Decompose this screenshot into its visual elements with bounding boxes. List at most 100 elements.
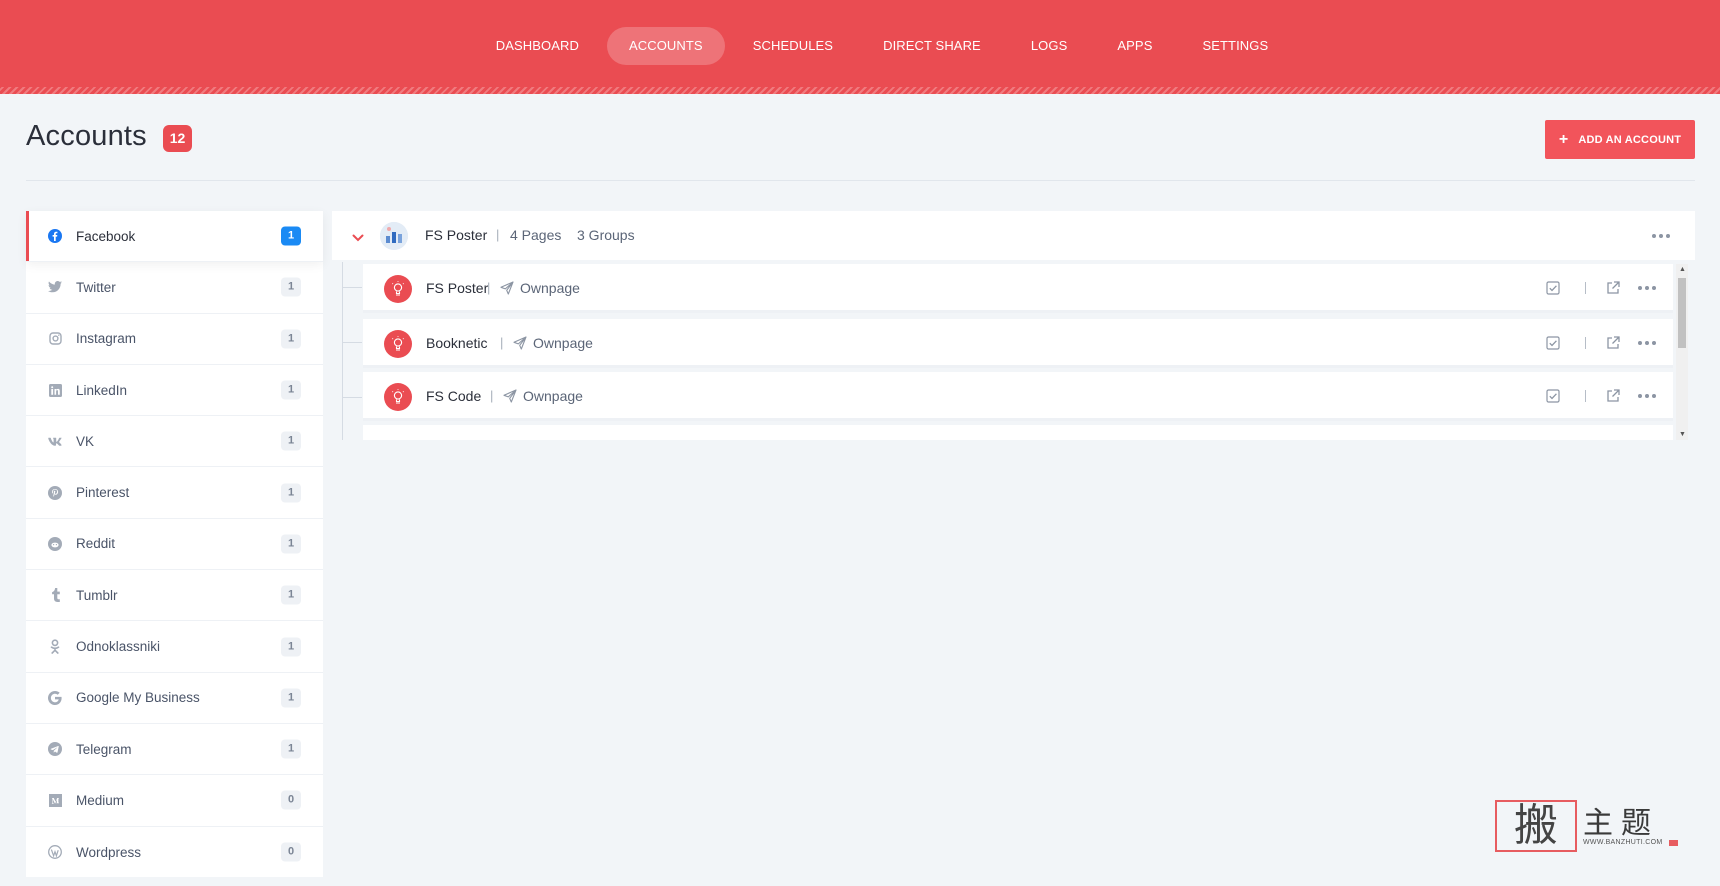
main-nav: DASHBOARD ACCOUNTS SCHEDULES DIRECT SHAR… — [0, 27, 1720, 65]
twitter-icon — [48, 280, 62, 294]
sidebar-item-count: 1 — [281, 483, 301, 503]
page-name[interactable]: Booknetic — [426, 335, 487, 351]
sidebar-item-count: 1 — [281, 739, 301, 759]
scroll-up-arrow[interactable]: ▲ — [1679, 266, 1686, 273]
sidebar-item-label: VK — [76, 433, 95, 449]
external-link-icon[interactable] — [1606, 389, 1620, 403]
add-account-button[interactable]: + ADD AN ACCOUNT — [1545, 120, 1695, 159]
nav-settings[interactable]: SETTINGS — [1180, 27, 1290, 65]
sidebar-item-odnoklassniki[interactable]: Odnoklassniki 1 — [26, 621, 323, 673]
page-type-label: Ownpage — [520, 280, 580, 296]
row-actions — [1546, 336, 1656, 350]
network-sidebar: Facebook 1 Twitter 1 Instagram 1 LinkedI… — [26, 211, 323, 877]
separator: | — [500, 335, 504, 350]
sidebar-item-count: 1 — [281, 585, 301, 605]
sidebar-item-count: 1 — [281, 380, 301, 400]
account-pages-count: 4 Pages — [510, 227, 562, 243]
watermark-chars: 主题 — [1583, 806, 1659, 841]
separator — [1585, 282, 1586, 294]
watermark-url: WWW.BANZHUTI.COM — [1583, 839, 1663, 846]
sidebar-item-tumblr[interactable]: Tumblr 1 — [26, 570, 323, 622]
sidebar-item-label: Instagram — [76, 331, 137, 347]
sidebar-item-telegram[interactable]: Telegram 1 — [26, 724, 323, 776]
scroll-down-arrow[interactable]: ▼ — [1679, 431, 1686, 438]
sidebar-item-count: 1 — [281, 431, 301, 451]
sidebar-item-count: 1 — [281, 637, 301, 657]
sidebar-item-vk[interactable]: VK 1 — [26, 416, 323, 468]
list-item — [363, 425, 1673, 440]
checkbox-icon[interactable] — [1546, 336, 1560, 350]
top-navbar: DASHBOARD ACCOUNTS SCHEDULES DIRECT SHAR… — [0, 0, 1720, 94]
account-nodes-list: FS Poster | Ownpage Booknetic | Ownpage — [332, 262, 1695, 440]
tree-connector — [342, 287, 362, 288]
separator: | — [496, 227, 500, 242]
row-actions — [1546, 281, 1656, 295]
sidebar-item-label: Reddit — [76, 536, 116, 552]
separator — [1585, 390, 1586, 402]
add-account-label: ADD AN ACCOUNT — [1578, 133, 1682, 146]
tree-connector — [342, 342, 362, 343]
wordpress-icon — [48, 845, 62, 860]
row-actions — [1546, 389, 1656, 403]
account-name[interactable]: FS Poster — [425, 227, 487, 243]
sidebar-item-label: Pinterest — [76, 485, 130, 501]
sidebar-item-label: Medium — [76, 792, 125, 808]
sidebar-item-label: Odnoklassniki — [76, 639, 161, 655]
sidebar-item-label: Telegram — [76, 741, 132, 757]
nav-logs[interactable]: LOGS — [1009, 27, 1090, 65]
scrollbar-thumb[interactable] — [1678, 278, 1686, 348]
page-name[interactable]: FS Poster — [426, 280, 488, 296]
more-options-icon[interactable] — [1638, 394, 1656, 398]
plus-icon: + — [1558, 130, 1569, 148]
sidebar-item-google-my-business[interactable]: Google My Business 1 — [26, 673, 323, 724]
sidebar-item-wordpress[interactable]: Wordpress 0 — [26, 827, 323, 878]
sidebar-item-label: Facebook — [76, 228, 136, 244]
sidebar-item-label: Google My Business — [76, 690, 200, 706]
sidebar-item-reddit[interactable]: Reddit 1 — [26, 519, 323, 571]
sidebar-item-label: LinkedIn — [76, 382, 128, 398]
page-avatar — [384, 275, 412, 303]
paper-plane-icon — [503, 389, 517, 403]
checkbox-icon[interactable] — [1546, 281, 1560, 295]
accounts-count-badge: 12 — [163, 125, 192, 152]
checkbox-icon[interactable] — [1546, 389, 1560, 403]
external-link-icon[interactable] — [1606, 336, 1620, 350]
account-avatar — [380, 222, 408, 250]
page-name[interactable]: FS Code — [426, 388, 481, 404]
tree-connector — [342, 397, 362, 398]
list-item: FS Poster | Ownpage — [363, 264, 1673, 313]
google-icon — [48, 690, 62, 705]
sidebar-item-twitter[interactable]: Twitter 1 — [26, 262, 323, 314]
sidebar-item-count: 1 — [281, 534, 301, 554]
nav-dashboard[interactable]: DASHBOARD — [474, 27, 601, 65]
odnoklassniki-icon — [48, 639, 62, 654]
page-type: Ownpage — [503, 388, 583, 404]
separator — [1585, 337, 1586, 349]
sidebar-item-linkedin[interactable]: LinkedIn 1 — [26, 365, 323, 417]
sidebar-item-instagram[interactable]: Instagram 1 — [26, 314, 323, 365]
nav-schedules[interactable]: SCHEDULES — [731, 27, 855, 65]
sidebar-item-facebook[interactable]: Facebook 1 — [26, 211, 323, 263]
external-link-icon[interactable] — [1606, 281, 1620, 295]
nodes-scrollbar[interactable]: ▲ ▼ — [1676, 264, 1688, 440]
watermark-seal: 搬 — [1495, 800, 1577, 852]
facebook-icon — [48, 229, 62, 244]
sidebar-item-label: Tumblr — [76, 587, 118, 603]
chevron-down-icon[interactable] — [352, 229, 364, 247]
nav-direct-share[interactable]: DIRECT SHARE — [861, 27, 1003, 65]
nav-apps[interactable]: APPS — [1095, 27, 1174, 65]
reddit-icon — [48, 536, 62, 551]
paper-plane-icon — [500, 281, 514, 295]
sidebar-item-medium[interactable]: Medium 0 — [26, 775, 323, 827]
account-row: FS Poster | 4 Pages 3 Groups — [332, 211, 1695, 260]
tumblr-icon — [48, 588, 62, 603]
more-options-icon[interactable] — [1652, 234, 1670, 238]
sidebar-item-count: 1 — [281, 688, 301, 708]
navbar-stripe — [0, 87, 1720, 94]
more-options-icon[interactable] — [1638, 341, 1656, 345]
more-options-icon[interactable] — [1638, 286, 1656, 290]
sidebar-item-pinterest[interactable]: Pinterest 1 — [26, 467, 323, 519]
nav-accounts[interactable]: ACCOUNTS — [606, 27, 725, 65]
separator: | — [487, 280, 491, 295]
watermark-mark — [1669, 840, 1678, 846]
